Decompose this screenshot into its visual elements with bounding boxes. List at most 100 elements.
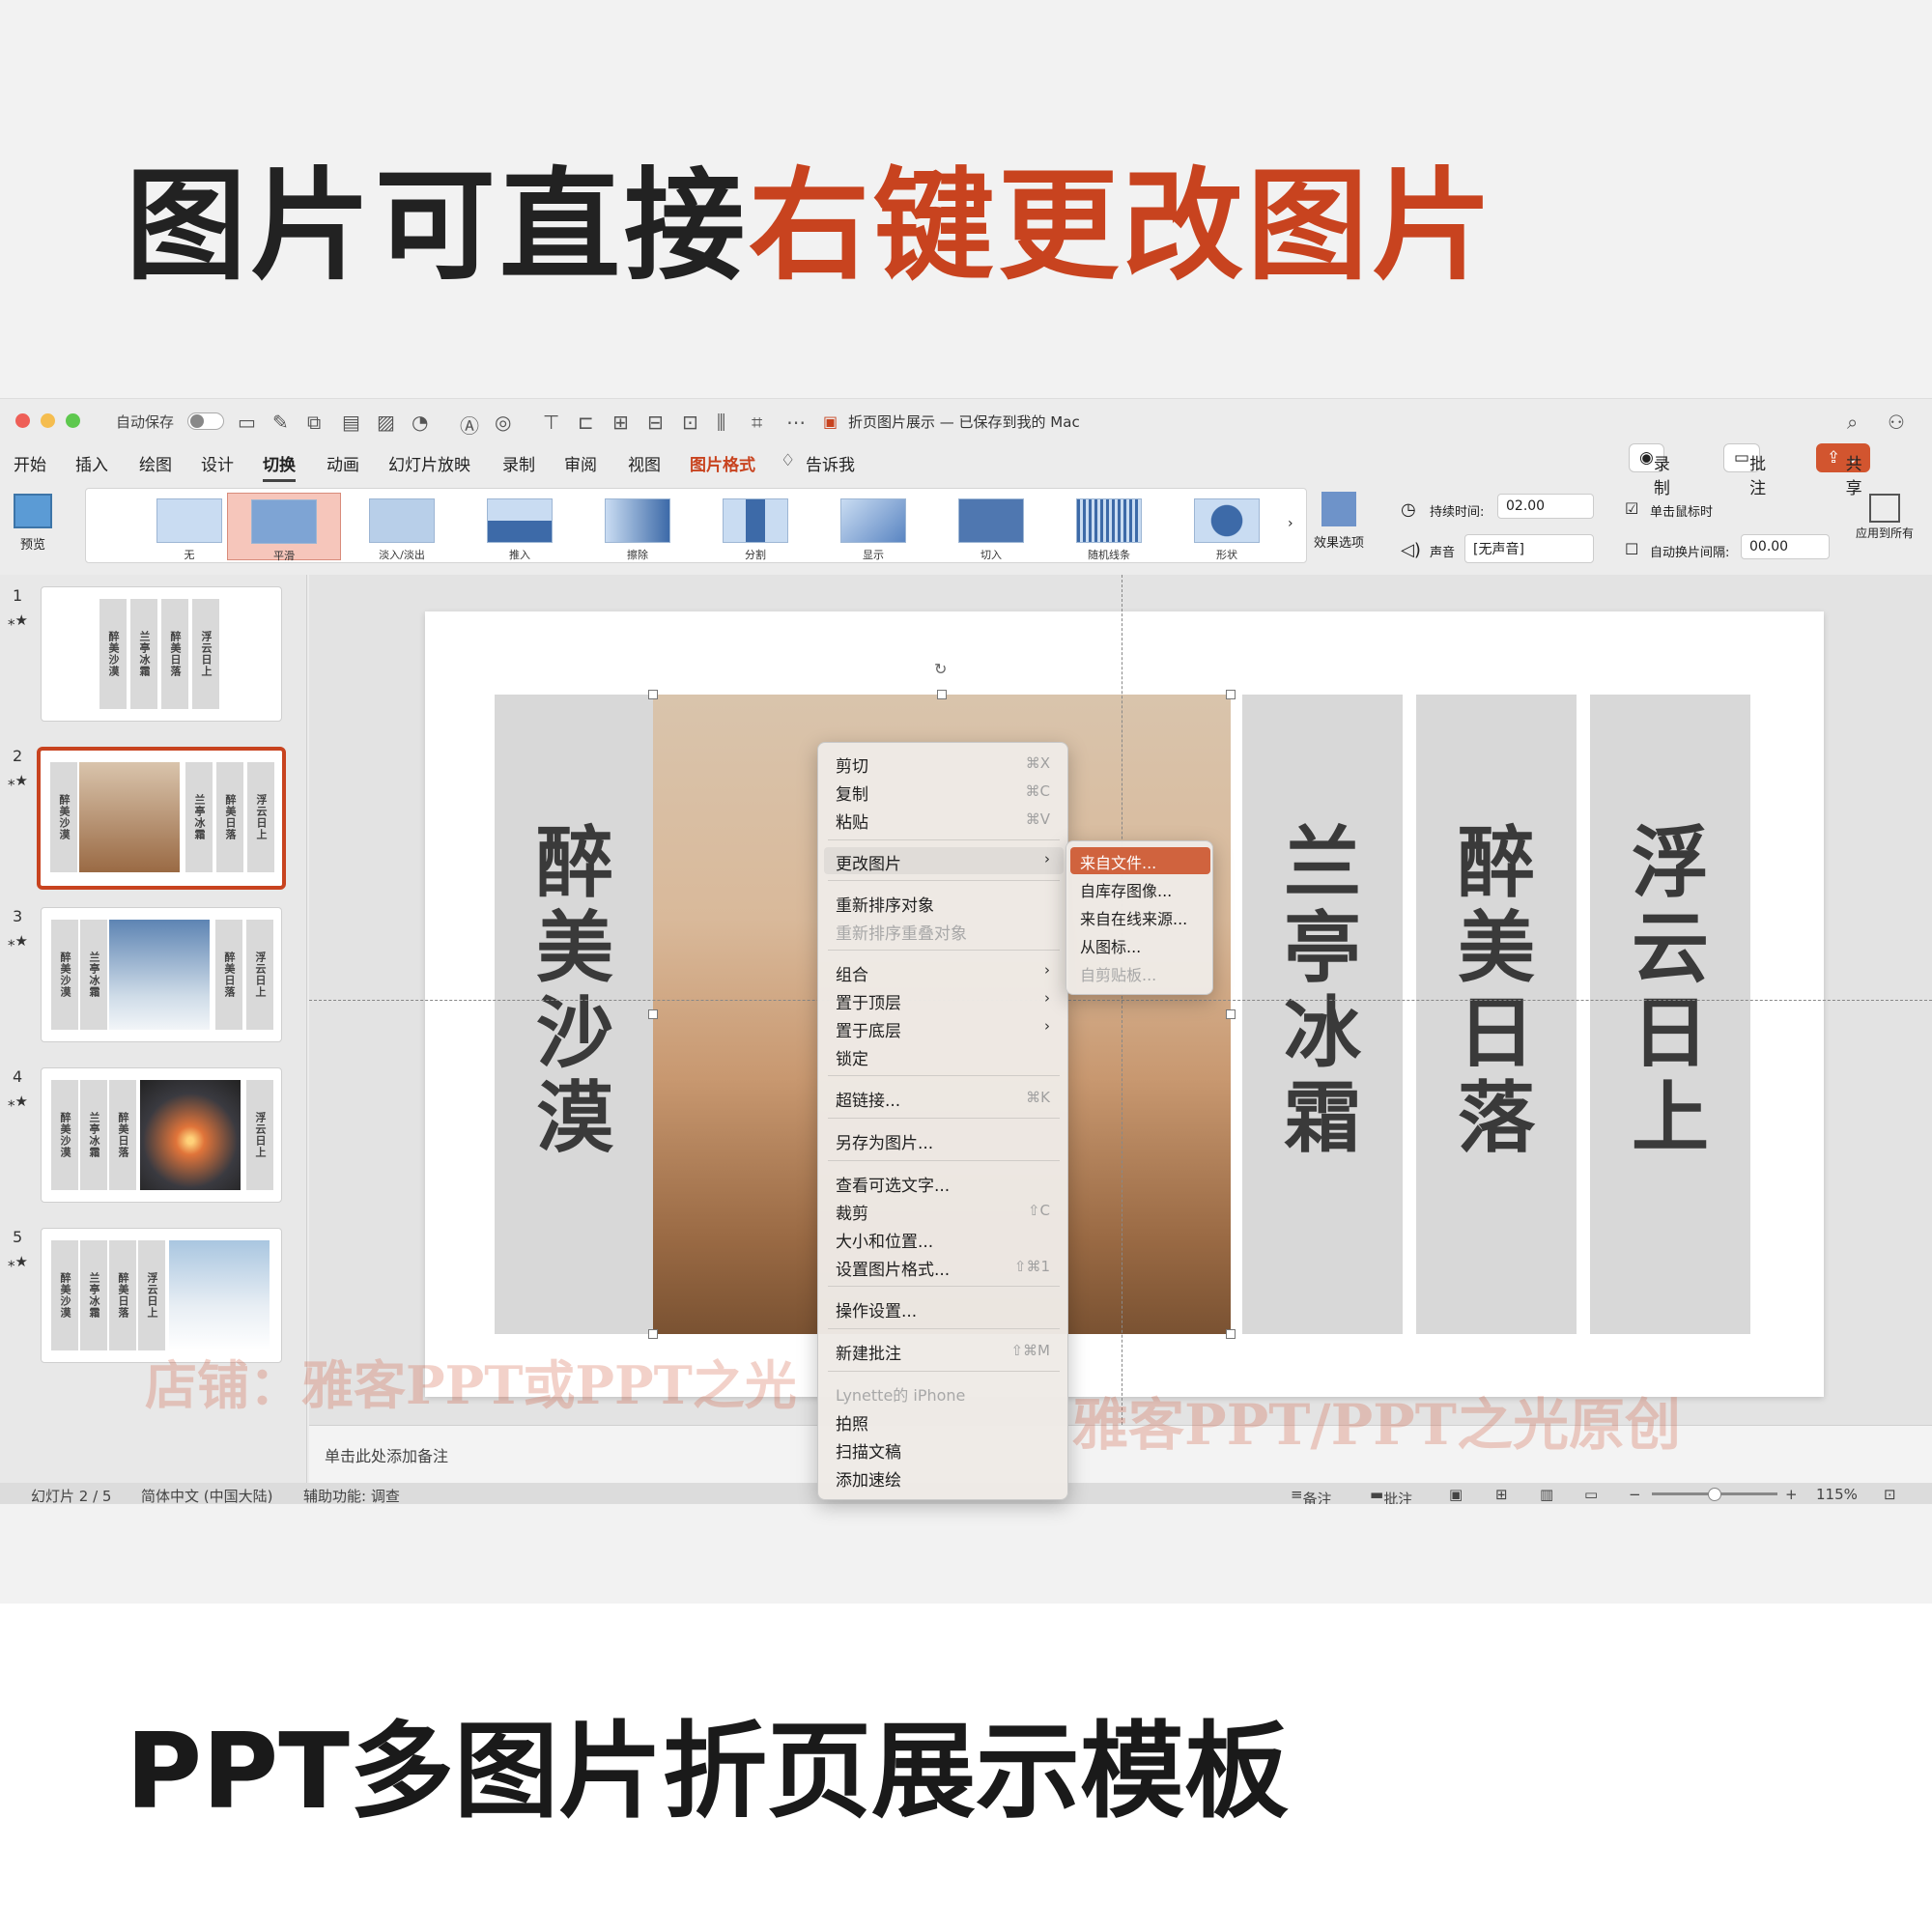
tab-transitions[interactable]: 切换 <box>263 451 296 482</box>
duration-input[interactable]: 02.00 <box>1497 494 1594 519</box>
transition-morph[interactable]: 平滑 <box>227 493 341 562</box>
tab-tell-me[interactable]: 告诉我 <box>806 451 855 475</box>
menu-hyperlink[interactable]: 超链接... <box>836 1087 900 1111</box>
transition-shape[interactable]: 形状 <box>1170 493 1284 561</box>
tab-review[interactable]: 审阅 <box>564 451 597 475</box>
presenter-view-icon[interactable]: ▭ <box>1584 1486 1598 1503</box>
effect-options-button[interactable]: 效果选项 <box>1314 492 1364 551</box>
menu-save-as-picture[interactable]: 另存为图片... <box>836 1129 933 1153</box>
transition-fade[interactable]: 淡入/淡出 <box>345 493 459 561</box>
resize-handle[interactable] <box>648 1329 658 1339</box>
autosave-toggle[interactable] <box>187 412 224 430</box>
edit-icon[interactable]: ✎ <box>272 411 289 434</box>
menu-add-sketch[interactable]: 添加速绘 <box>836 1466 901 1491</box>
menu-size-position[interactable]: 大小和位置... <box>836 1228 933 1252</box>
distribute-icon[interactable]: ⊟ <box>647 411 664 434</box>
preview-button[interactable]: 预览 <box>14 494 52 553</box>
submenu-stock-images[interactable]: 自库存图像... <box>1080 878 1172 901</box>
arrange-icon[interactable]: ⧉ <box>307 411 321 434</box>
menu-take-photo[interactable]: 拍照 <box>836 1410 868 1435</box>
slide-thumb-2[interactable]: 醉美沙漠 兰亭冰霜 醉美日落 浮云日上 <box>37 747 286 890</box>
resize-handle[interactable] <box>648 1009 658 1019</box>
menu-send-back[interactable]: 置于底层 <box>836 1017 901 1041</box>
slide-thumb-3[interactable]: 醉美沙漠 兰亭冰霜 醉美日落 浮云日上 <box>41 907 282 1042</box>
effects-icon[interactable]: ◎ <box>495 411 511 434</box>
panel-sunset[interactable]: 醉美日落 <box>1416 695 1577 1334</box>
accessibility-status[interactable]: 辅助功能: 调查 <box>303 1486 400 1504</box>
record-button[interactable]: ◉ 录制 <box>1629 443 1670 498</box>
align-center-icon[interactable]: ⊞ <box>612 411 629 434</box>
tab-home[interactable]: 开始 <box>14 451 46 475</box>
transition-reveal[interactable]: 显示 <box>816 493 930 561</box>
resize-handle[interactable] <box>937 690 947 699</box>
tab-draw[interactable]: 绘图 <box>139 451 172 475</box>
menu-action-settings[interactable]: 操作设置... <box>836 1297 917 1321</box>
gallery-scroll-icon[interactable]: › <box>1288 516 1293 531</box>
tab-slideshow[interactable]: 幻灯片放映 <box>388 451 470 475</box>
align-left-icon[interactable]: ⊏ <box>578 411 594 434</box>
resize-handle[interactable] <box>1226 690 1236 699</box>
notes-toggle[interactable]: ≡ 备注 <box>1291 1486 1332 1504</box>
menu-new-comment[interactable]: 新建批注 <box>836 1340 901 1364</box>
sorter-view-icon[interactable]: ⊞ <box>1495 1486 1508 1503</box>
tab-record[interactable]: 录制 <box>502 451 535 475</box>
menu-change-picture[interactable]: 更改图片 <box>836 850 901 874</box>
fit-window-icon[interactable]: ⊡ <box>1884 1486 1896 1503</box>
distribute-h-icon[interactable]: ⫼ <box>717 411 725 434</box>
share-button[interactable]: ⇪ 共享 ⌄ <box>1816 443 1870 498</box>
menu-alt-text[interactable]: 查看可选文字... <box>836 1172 950 1196</box>
menu-cut[interactable]: 剪切 <box>836 753 868 777</box>
panel-cloud[interactable]: 浮云日上 <box>1590 695 1750 1334</box>
comment-button[interactable]: ▭ 批注 <box>1723 443 1766 498</box>
zoom-slider-knob[interactable] <box>1708 1488 1721 1501</box>
zoom-out-icon[interactable]: − <box>1629 1486 1641 1503</box>
slide-thumb-4[interactable]: 醉美沙漠 兰亭冰霜 醉美日落 浮云日上 <box>41 1067 282 1203</box>
reading-view-icon[interactable]: ▥ <box>1540 1486 1553 1503</box>
align-top-icon[interactable]: ⊤ <box>543 411 559 434</box>
tab-view[interactable]: 视图 <box>628 451 661 475</box>
auto-advance-input[interactable]: 00.00 <box>1741 534 1830 559</box>
resize-handle[interactable] <box>1226 1329 1236 1339</box>
tab-insert[interactable]: 插入 <box>75 451 108 475</box>
normal-view-icon[interactable]: ▣ <box>1449 1486 1463 1503</box>
zoom-level[interactable]: 115% <box>1816 1486 1858 1503</box>
menu-crop[interactable]: 裁剪 <box>836 1200 868 1224</box>
submenu-online[interactable]: 来自在线来源... <box>1080 906 1187 929</box>
sound-select[interactable]: [无声音] <box>1464 534 1594 563</box>
panel-desert[interactable]: 醉美沙漠 <box>495 695 655 1334</box>
search-icon[interactable]: ⌕ <box>1847 411 1858 434</box>
maximize-button[interactable] <box>66 413 80 428</box>
zoom-in-icon[interactable]: + <box>1785 1486 1798 1503</box>
tab-picture-format[interactable]: 图片格式 <box>690 451 755 475</box>
auto-advance-checkbox[interactable]: ☐ <box>1625 540 1638 558</box>
layers-icon[interactable]: ▤ <box>342 411 360 434</box>
submenu-icons[interactable]: 从图标... <box>1080 934 1141 957</box>
shapes-icon[interactable]: ◔ <box>412 411 428 434</box>
menu-copy[interactable]: 复制 <box>836 781 868 805</box>
menu-bring-front[interactable]: 置于顶层 <box>836 989 901 1013</box>
submenu-from-file[interactable]: 来自文件... <box>1080 850 1156 873</box>
resize-handle[interactable] <box>648 690 658 699</box>
menu-paste[interactable]: 粘贴 <box>836 809 868 833</box>
rotate-handle-icon[interactable]: ↻ <box>934 660 947 678</box>
menu-lock[interactable]: 锁定 <box>836 1045 868 1069</box>
language-status[interactable]: 简体中文 (中国大陆) <box>141 1486 272 1504</box>
document-title[interactable]: 折页图片展示 — 已保存到我的 Mac <box>848 412 1080 432</box>
menu-reorder[interactable]: 重新排序对象 <box>836 892 934 916</box>
align-middle-icon[interactable]: ⊡ <box>682 411 698 434</box>
picture-icon[interactable]: ▨ <box>377 411 395 434</box>
apply-all-button[interactable]: 应用到所有 <box>1855 494 1915 540</box>
textbox-icon[interactable]: Ⓐ <box>460 411 479 439</box>
tab-design[interactable]: 设计 <box>201 451 234 475</box>
menu-scan-documents[interactable]: 扫描文稿 <box>836 1438 901 1463</box>
crop-icon[interactable]: ⌗ <box>752 411 762 434</box>
share-person-icon[interactable]: ⚇ <box>1888 411 1905 434</box>
comments-toggle[interactable]: ▬ 批注 <box>1370 1486 1412 1504</box>
tab-animations[interactable]: 动画 <box>327 451 359 475</box>
on-click-checkbox[interactable]: ☑ <box>1625 499 1638 518</box>
minimize-button[interactable] <box>41 413 55 428</box>
more-icon[interactable]: ⋯ <box>786 411 806 434</box>
resize-handle[interactable] <box>1226 1009 1236 1019</box>
menu-format-picture[interactable]: 设置图片格式... <box>836 1256 950 1280</box>
menu-group[interactable]: 组合 <box>836 961 868 985</box>
